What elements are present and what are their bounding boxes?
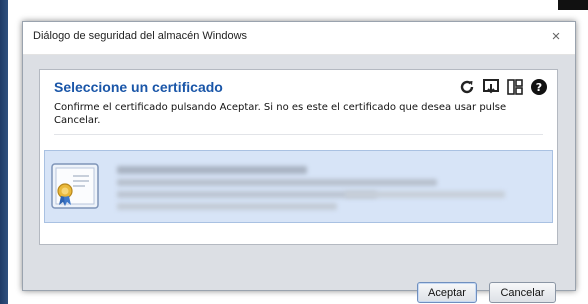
security-dialog: Diálogo de seguridad del almacén Windows… [22, 21, 576, 303]
refresh-icon[interactable] [458, 78, 476, 96]
certificate-validity-redacted [117, 203, 337, 210]
instruction-text: Confirme el certificado pulsando Aceptar… [54, 102, 507, 126]
panel-heading: Seleccione un certificado [54, 79, 223, 95]
help-icon[interactable]: ? [530, 78, 548, 96]
certificate-extra-redacted [345, 191, 505, 198]
panel-toolbar: ? [458, 78, 548, 96]
title-bar[interactable]: Diálogo de seguridad del almacén Windows… [23, 22, 575, 55]
certificate-details-icon[interactable] [506, 78, 524, 96]
window-title: Diálogo de seguridad del almacén Windows [33, 30, 248, 42]
certificate-icon [51, 163, 99, 209]
close-button[interactable]: × [547, 28, 565, 46]
background-left-edge [0, 0, 8, 304]
certificate-serial-redacted [117, 191, 377, 198]
dialog-body: Seleccione un certificado ? Confirme el … [23, 55, 575, 303]
certificate-list[interactable] [44, 150, 553, 223]
certificate-panel: Seleccione un certificado ? Confirme el … [39, 69, 558, 245]
certificate-name-redacted [117, 166, 307, 174]
certificate-issuer-redacted [117, 179, 437, 186]
svg-text:?: ? [536, 81, 542, 94]
background-corner [558, 0, 588, 10]
import-icon[interactable] [482, 78, 500, 96]
cancel-button[interactable]: Cancelar [489, 282, 556, 303]
panel-divider [54, 134, 543, 135]
accept-button[interactable]: Aceptar [417, 282, 477, 303]
